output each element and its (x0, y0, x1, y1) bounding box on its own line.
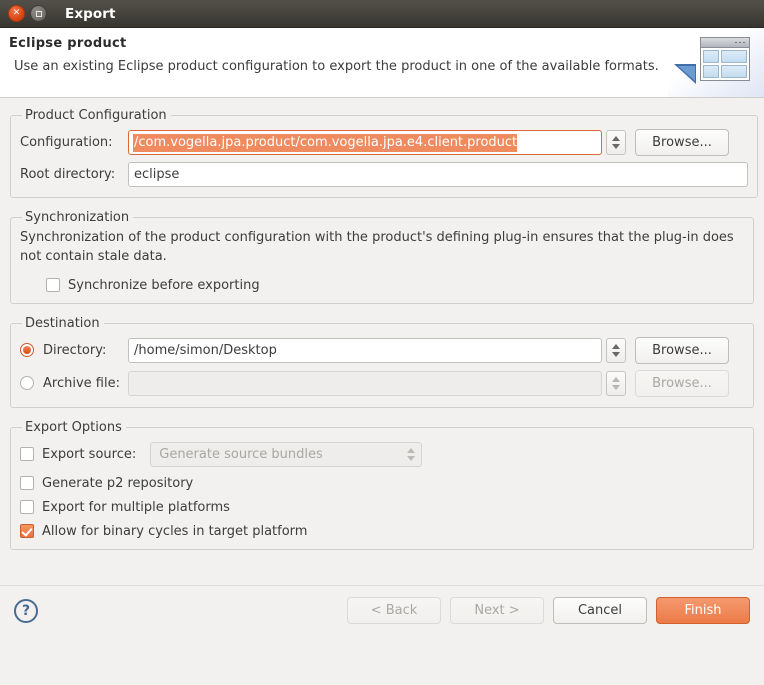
destination-archive-browse-button[interactable]: Browse... (635, 369, 729, 397)
destination-directory-row: Directory: Browse... (20, 336, 744, 364)
destination-legend: Destination (25, 315, 100, 331)
help-icon[interactable]: ? (14, 598, 38, 623)
dialog-content: Product Configuration Configuration: /co… (0, 98, 764, 635)
allow-binary-cycles-checkbox[interactable] (20, 524, 34, 539)
window-titlebar: ✕ Export (0, 0, 764, 28)
configuration-label: Configuration: (20, 135, 113, 150)
synchronization-legend: Synchronization (25, 210, 130, 225)
export-options-legend: Export Options (25, 419, 122, 435)
destination-directory-label: Directory: (43, 342, 107, 358)
synchronization-description: Synchronization of the product configura… (20, 230, 734, 264)
synchronization-group: Synchronization Synchronization of the p… (10, 210, 754, 304)
export-source-checkbox[interactable] (20, 447, 34, 462)
generate-p2-repository-row[interactable]: Generate p2 repository (20, 476, 744, 491)
next-button[interactable]: Next > (450, 597, 544, 624)
cancel-button[interactable]: Cancel (553, 597, 647, 624)
destination-archive-input[interactable] (128, 370, 602, 396)
destination-directory-browse-button[interactable]: Browse... (635, 336, 729, 364)
destination-archive-label: Archive file: (43, 375, 120, 391)
configuration-spinner[interactable] (606, 130, 626, 155)
export-source-row: Export source: Generate source bundles (20, 441, 744, 467)
product-configuration-legend: Product Configuration (25, 108, 167, 123)
wizard-header-description: Use an existing Eclipse product configur… (14, 59, 659, 74)
window-title: Export (65, 5, 116, 22)
back-button[interactable]: < Back (347, 597, 441, 624)
export-options-group: Export Options Export source: Generate s… (10, 419, 754, 550)
finish-button[interactable]: Finish (656, 597, 750, 624)
root-directory-label: Root directory: (20, 167, 116, 182)
allow-binary-cycles-label: Allow for binary cycles in target platfo… (42, 523, 308, 539)
export-multiple-platforms-row[interactable]: Export for multiple platforms (20, 500, 744, 515)
wizard-header: Eclipse product Use an existing Eclipse … (0, 28, 764, 98)
close-icon[interactable]: ✕ (8, 5, 25, 22)
destination-group: Destination Directory: Browse... Archive… (10, 315, 754, 408)
product-configuration-group: Product Configuration Configuration: /co… (10, 108, 758, 198)
export-multiple-platforms-label: Export for multiple platforms (42, 499, 230, 515)
configuration-input[interactable]: /com.vogella.jpa.product/com.vogella.jpa… (128, 130, 602, 155)
destination-directory-spinner[interactable] (606, 337, 626, 363)
destination-archive-radio[interactable] (20, 376, 34, 391)
maximize-icon[interactable] (30, 5, 47, 22)
synchronize-before-exporting-checkbox[interactable] (46, 278, 60, 293)
generate-p2-repository-label: Generate p2 repository (42, 475, 194, 491)
synchronize-before-exporting-label: Synchronize before exporting (68, 277, 260, 293)
export-source-combo[interactable]: Generate source bundles (150, 441, 423, 467)
configuration-row: Configuration: /com.vogella.jpa.product/… (20, 129, 748, 156)
destination-archive-row: Archive file: Browse... (20, 369, 744, 397)
root-directory-row: Root directory: (20, 162, 748, 187)
product-window-banner-icon (668, 28, 764, 97)
allow-binary-cycles-row[interactable]: Allow for binary cycles in target platfo… (20, 524, 744, 539)
export-source-label: Export source: (42, 446, 137, 462)
dialog-button-bar: ? < Back Next > Cancel Finish (0, 585, 764, 635)
synchronize-before-exporting-row[interactable]: Synchronize before exporting (46, 278, 744, 293)
destination-directory-radio[interactable] (20, 343, 34, 358)
destination-archive-spinner[interactable] (606, 370, 626, 396)
root-directory-input[interactable] (128, 162, 748, 187)
destination-directory-input[interactable] (128, 337, 602, 363)
export-source-combo-value: Generate source bundles (159, 446, 323, 462)
generate-p2-repository-checkbox[interactable] (20, 476, 34, 491)
configuration-input-value: /com.vogella.jpa.product/com.vogella.jpa… (133, 133, 518, 152)
export-multiple-platforms-checkbox[interactable] (20, 500, 34, 515)
configuration-browse-button[interactable]: Browse... (635, 129, 729, 156)
wizard-header-title: Eclipse product (9, 36, 127, 51)
